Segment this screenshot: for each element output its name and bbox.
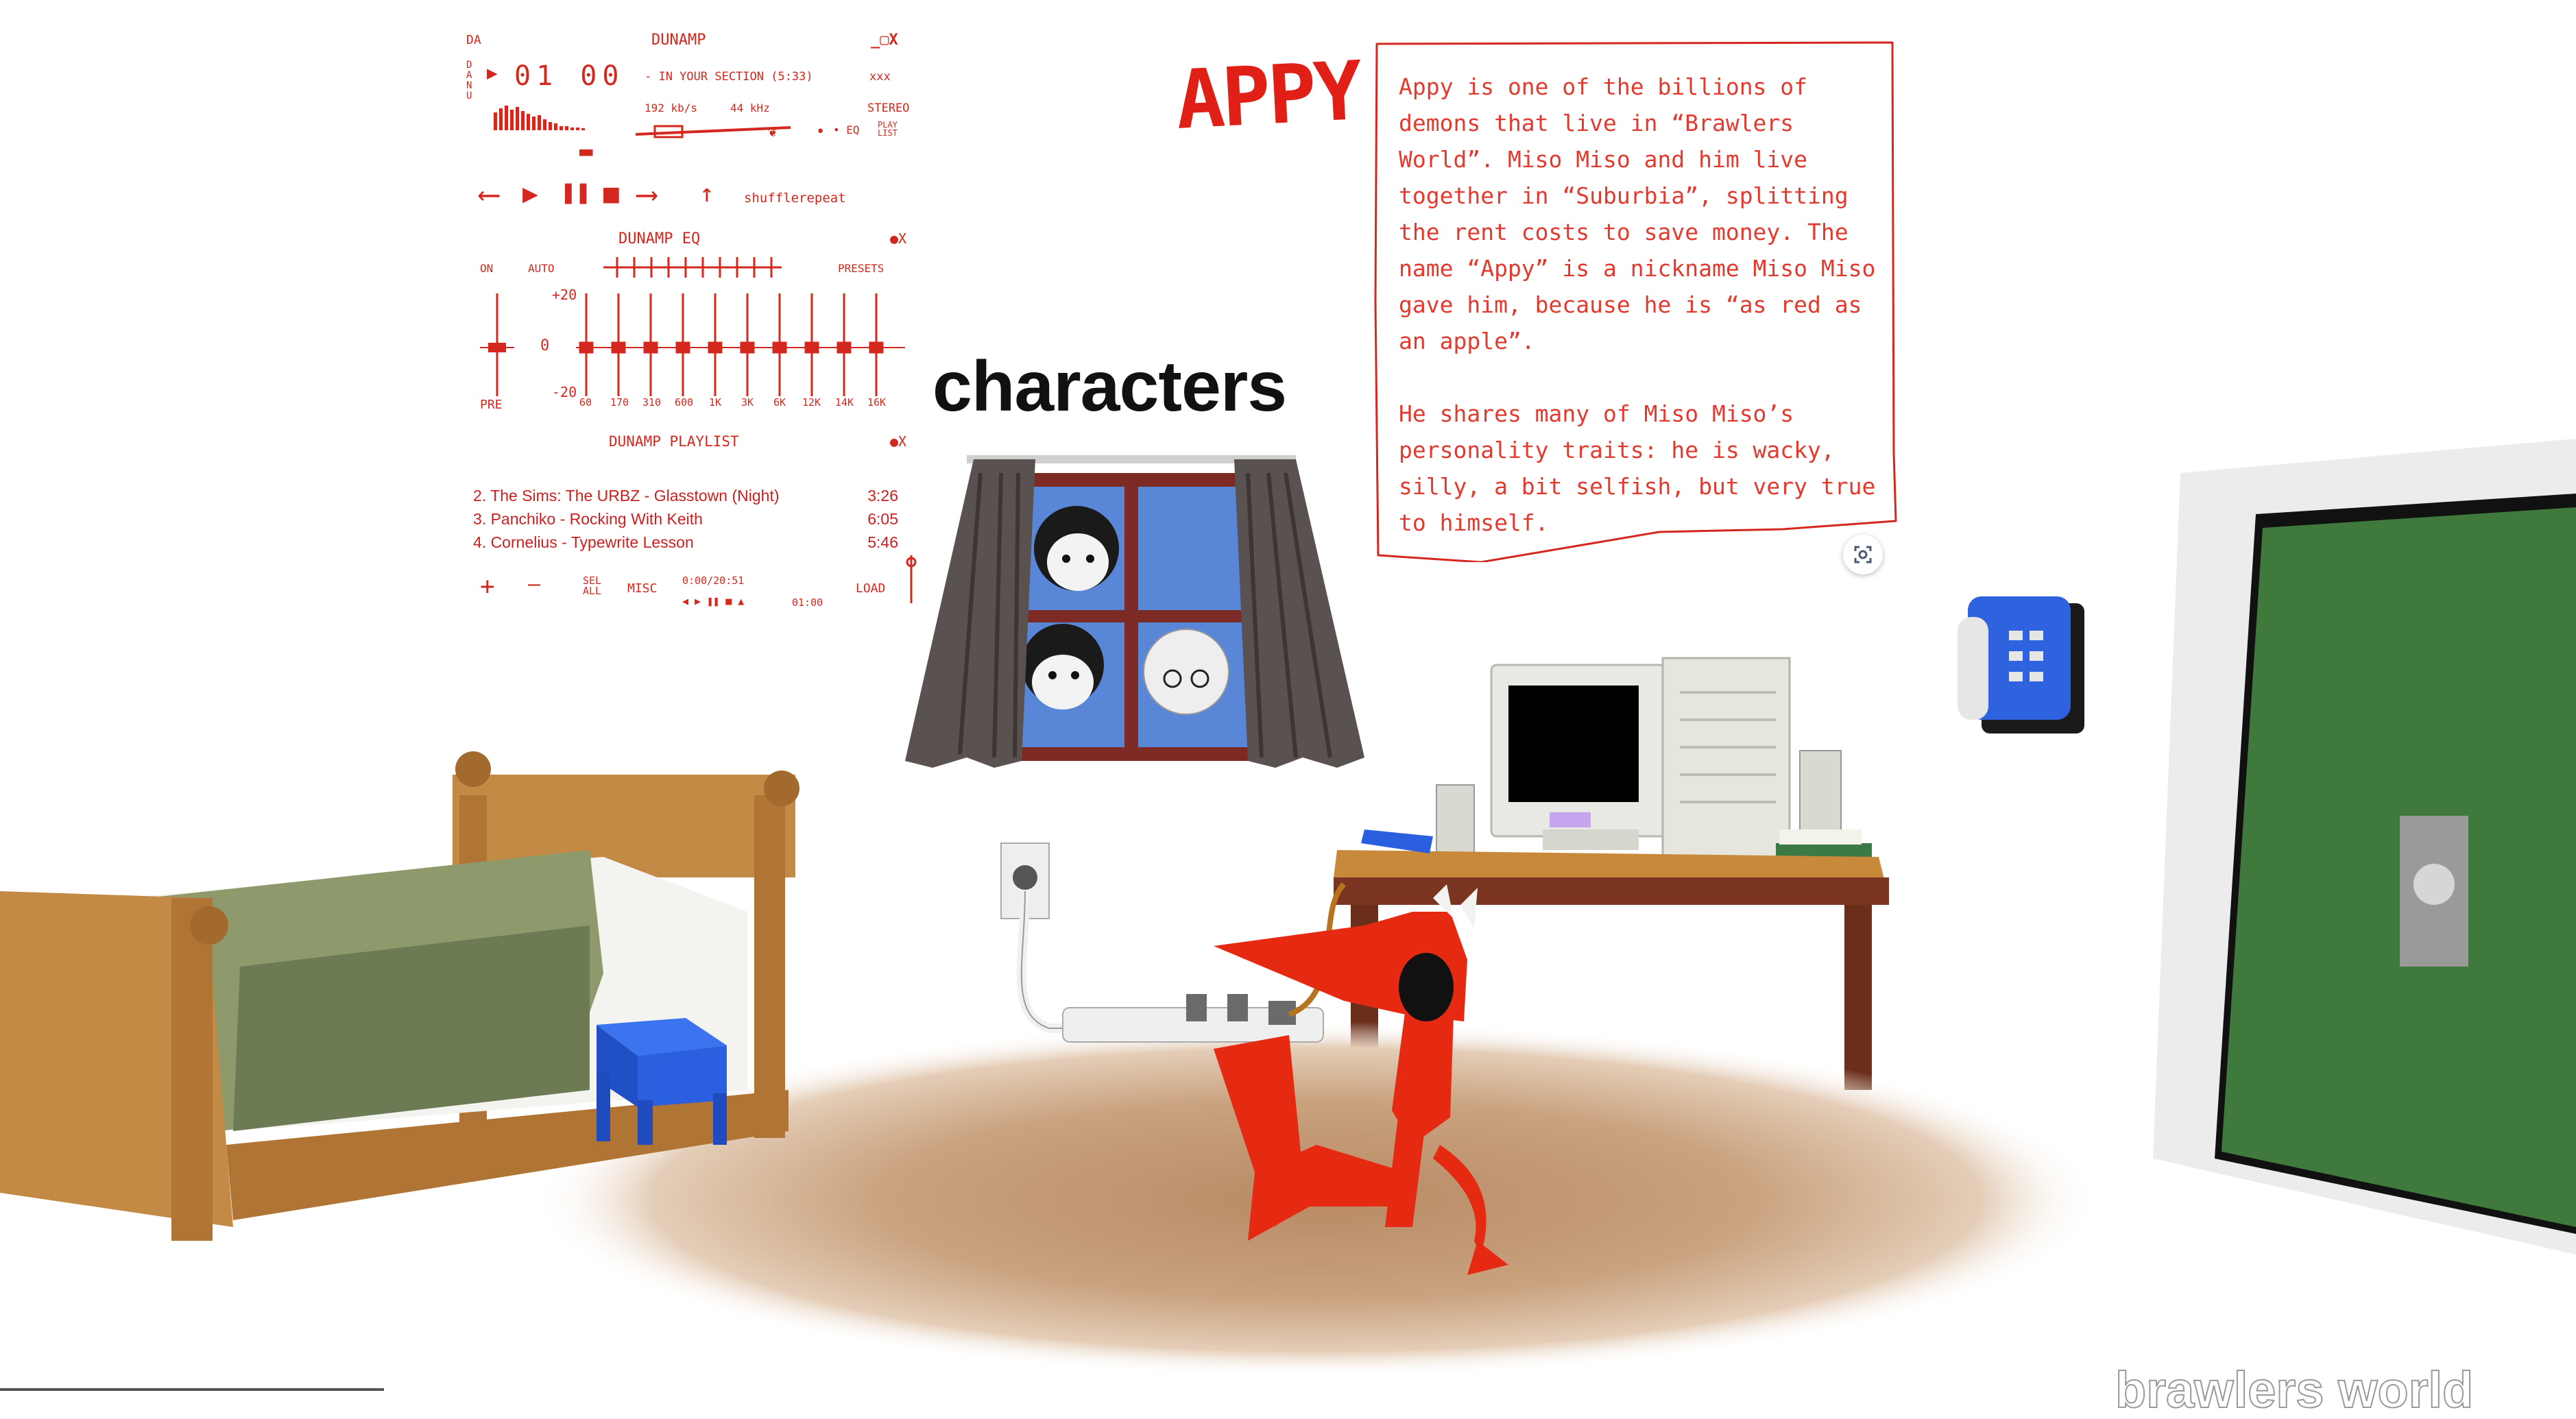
site-brand[interactable]: brawlers world <box>2115 1361 2474 1419</box>
playlist-item[interactable]: 3. Panchiko - Rocking With Keith 6:05 <box>473 510 898 531</box>
playlist-item-title: 3. Panchiko - Rocking With Keith <box>473 510 703 528</box>
appy-demon-character[interactable] <box>1207 884 1522 1323</box>
playlist-load-button[interactable]: LOAD <box>856 581 885 596</box>
description-paragraph: Appy is one of the billions of demons th… <box>1399 73 1876 354</box>
playlist-mini-time: 01:00 <box>792 596 823 609</box>
play-icon[interactable]: ▶ <box>522 178 538 208</box>
player-window-controls[interactable]: _▢X <box>871 32 898 49</box>
window-with-curtains[interactable] <box>891 446 1371 781</box>
eq-window-controls[interactable]: ●X <box>890 230 906 247</box>
time-display: 01 00 <box>514 60 625 92</box>
eq-band-label: 6K <box>773 396 786 409</box>
eq-band-label: 60 <box>579 396 592 409</box>
playlist-add-button[interactable]: + <box>480 572 495 601</box>
eq-presets-button[interactable]: PRESETS <box>838 262 884 275</box>
pause-icon[interactable]: ❚❚ <box>561 178 590 206</box>
eq-preamp-slider[interactable] <box>480 293 514 396</box>
playlist-item[interactable]: 2. The Sims: The URBZ - Glasstown (Night… <box>473 487 898 507</box>
eq-auto-button[interactable]: AUTO <box>528 262 555 275</box>
section-title: characters <box>932 347 1287 426</box>
playlist-toggle[interactable]: PLAY LIST <box>878 121 905 137</box>
player-side-label: D A N U <box>466 60 472 101</box>
eq-band-label: 1K <box>709 396 722 409</box>
eq-plus-label: +20 <box>552 287 577 303</box>
transport-controls: ⟵ ▶ ❚❚ ■ ⟶ <box>480 177 686 212</box>
eq-title: DUNAMP EQ <box>618 230 701 247</box>
scan-text-button[interactable] <box>1843 535 1883 574</box>
balance-marker: • <box>816 123 826 141</box>
playlist-remove-button[interactable]: — <box>528 572 540 596</box>
sample-rate: 44 kHz <box>730 101 770 114</box>
dunamp-player: DA DUNAMP _▢X D A N U ▶ 01 00 - IN YOUR … <box>459 27 932 617</box>
marquee-extra: xxx <box>869 70 891 84</box>
playlist-total-time: 0:00/20:51 <box>682 574 745 587</box>
blue-stool[interactable] <box>583 997 734 1148</box>
eq-band-label: 12K <box>802 396 821 409</box>
scan-icon <box>1854 546 1872 563</box>
eq-band-label: 600 <box>675 396 694 409</box>
eq-band-labels: 60 170 310 600 1K 3K 6K 12K 14K 16K <box>576 396 905 413</box>
character-name: APPY <box>1173 43 1362 147</box>
description-paragraph: He shares many of Miso Miso’s personalit… <box>1399 400 1876 536</box>
balance-slider[interactable]: ❦ <box>768 123 777 141</box>
prev-icon[interactable]: ⟵ <box>480 177 498 212</box>
playlist-mini-controls[interactable]: ◀ ▶ ❚❚ ■ ▲ <box>682 595 744 607</box>
eq-band-label: 14K <box>835 396 854 409</box>
eq-band-label: 16K <box>867 396 887 409</box>
spectrum-visualizer <box>494 103 610 130</box>
player-logo-mark: DA <box>466 33 481 47</box>
track-marquee: - IN YOUR SECTION (5:33) <box>645 70 813 84</box>
bottom-rule <box>0 1388 384 1391</box>
playlist-item-title: 2. The Sims: The URBZ - Glasstown (Night… <box>473 487 780 505</box>
room-door[interactable] <box>2153 432 2576 1254</box>
eq-band-label: 170 <box>610 396 629 409</box>
player-title: DUNAMP <box>651 32 706 49</box>
playlist-title: DUNAMP PLAYLIST <box>609 433 739 450</box>
wall-phone[interactable] <box>1954 590 2091 747</box>
door-knob[interactable] <box>2427 871 2448 891</box>
repeat-button[interactable]: repeat <box>799 191 846 206</box>
stop-icon[interactable]: ■ <box>603 178 619 208</box>
seek-marker[interactable]: ▀▀ <box>579 149 592 162</box>
playlist-item[interactable]: 4. Cornelius - Typewrite Lesson 5:46 <box>473 533 898 554</box>
eq-band-sliders[interactable] <box>576 293 905 396</box>
playlist-select-all-button[interactable]: SEL ALL <box>583 576 610 596</box>
eq-toggle[interactable]: • EQ <box>833 123 860 136</box>
eq-curve <box>603 257 782 278</box>
stereo-label: STEREO <box>867 101 910 115</box>
character-description-card: Appy is one of the billions of demons th… <box>1371 41 1899 562</box>
playlist-item-title: 4. Cornelius - Typewrite Lesson <box>473 533 694 551</box>
bitrate: 192 kb/s <box>645 101 698 114</box>
eq-band-label: 3K <box>741 396 754 409</box>
eq-minus-label: -20 <box>552 384 577 400</box>
next-icon[interactable]: ⟶ <box>638 177 656 212</box>
eq-band-label: 310 <box>642 396 662 409</box>
eq-zero-label: 0 <box>540 337 550 354</box>
playlist-misc-button[interactable]: MISC <box>627 581 657 596</box>
shuffle-button[interactable]: shuffle <box>744 191 799 206</box>
play-indicator-icon: ▶ <box>487 63 498 84</box>
eq-on-button[interactable]: ON <box>480 262 493 275</box>
eq-pre-label: PRE <box>480 398 503 412</box>
character-description: Appy is one of the billions of demons th… <box>1399 69 1879 577</box>
eject-icon[interactable]: ↑ <box>699 180 714 208</box>
